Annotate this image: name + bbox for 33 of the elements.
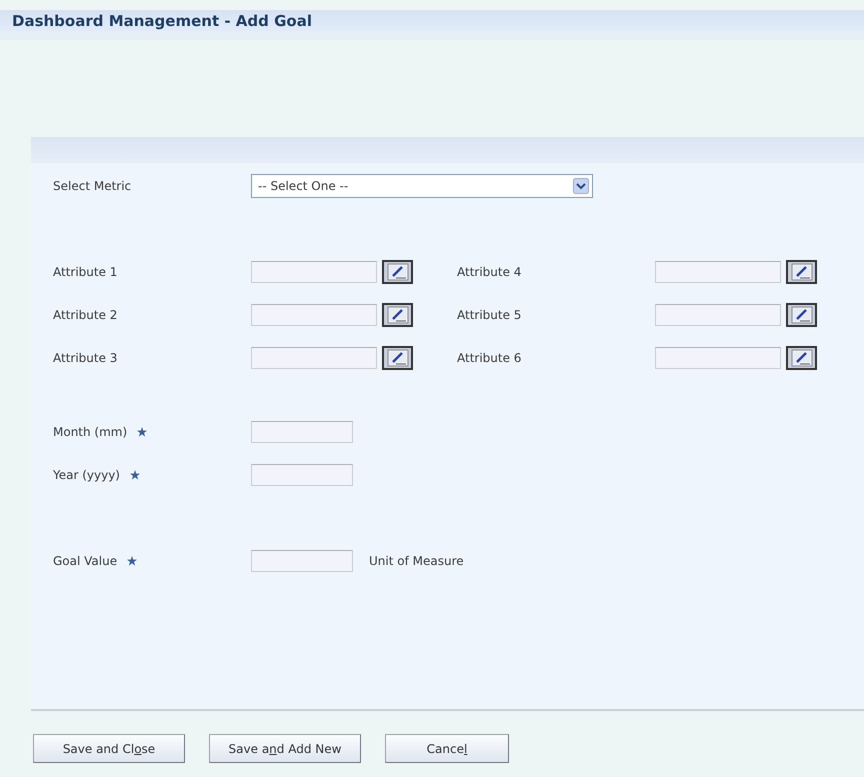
field-label: Attribute 6 bbox=[457, 350, 522, 367]
text-field[interactable] bbox=[655, 347, 781, 369]
text-field[interactable] bbox=[655, 261, 781, 283]
edit-button[interactable] bbox=[382, 346, 413, 370]
text-field[interactable] bbox=[251, 464, 353, 486]
text-field[interactable] bbox=[251, 347, 377, 369]
edit-button[interactable] bbox=[382, 260, 413, 284]
window-title: Dashboard Management - Add Goal bbox=[0, 10, 864, 40]
field-label: Year (yyyy) bbox=[53, 467, 120, 484]
metric-dropdown[interactable]: -- Select One -- bbox=[251, 174, 593, 198]
action-button[interactable]: Cancel bbox=[385, 734, 509, 763]
field-label: Attribute 2 bbox=[53, 307, 118, 324]
field-label: Attribute 1 bbox=[53, 264, 118, 281]
text-field[interactable] bbox=[251, 550, 353, 572]
text-field[interactable] bbox=[655, 304, 781, 326]
unit-label: Unit of Measure bbox=[369, 553, 464, 570]
field-label: Goal Value bbox=[53, 553, 118, 570]
edit-button[interactable] bbox=[786, 303, 817, 327]
dropdown-value: -- Select One -- bbox=[258, 178, 348, 195]
text-field[interactable] bbox=[251, 261, 377, 283]
edit-button[interactable] bbox=[786, 260, 817, 284]
text-field[interactable] bbox=[251, 421, 353, 443]
action-button[interactable]: Save and Close bbox=[33, 734, 185, 763]
action-button[interactable]: Save and Add New bbox=[209, 734, 361, 763]
field-label: Select Metric bbox=[53, 178, 132, 195]
chevron-down-icon bbox=[573, 178, 589, 194]
edit-button[interactable] bbox=[786, 346, 817, 370]
text-field[interactable] bbox=[251, 304, 377, 326]
field-label: Attribute 4 bbox=[457, 264, 522, 281]
field-label: Attribute 5 bbox=[457, 307, 522, 324]
field-label: Attribute 3 bbox=[53, 350, 118, 367]
edit-button[interactable] bbox=[382, 303, 413, 327]
field-label: Month (mm) bbox=[53, 424, 128, 441]
